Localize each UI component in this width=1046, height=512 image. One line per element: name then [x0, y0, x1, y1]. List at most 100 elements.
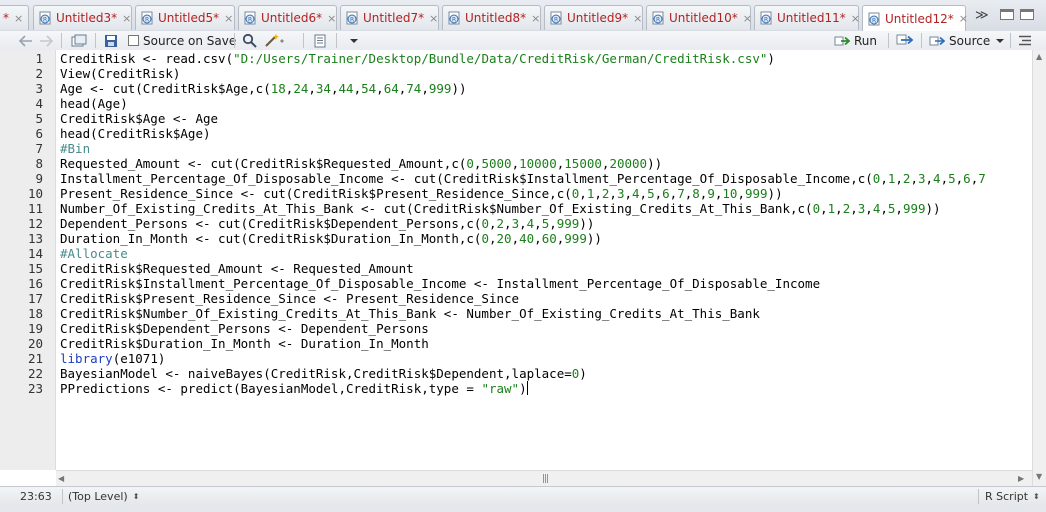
code-line[interactable]: View(CreditRisk): [60, 66, 180, 81]
outline-menu-icon[interactable]: [1019, 32, 1031, 49]
editor-tab[interactable]: R Untitled6* ×: [238, 5, 337, 30]
more-options-chevron-down-icon[interactable]: [350, 32, 358, 49]
r-script-file-icon: R: [651, 11, 665, 25]
scrollbar-grip-icon[interactable]: |||: [542, 474, 549, 484]
editor-tab[interactable]: R Untitled8* ×: [442, 5, 541, 30]
editor-tab[interactable]: * ×: [0, 5, 29, 30]
code-line[interactable]: CreditRisk$Installment_Percentage_Of_Dis…: [60, 276, 820, 291]
close-tab-icon[interactable]: ×: [429, 12, 438, 25]
code-line[interactable]: BayesianModel <- naiveBayes(CreditRisk,C…: [60, 366, 587, 381]
pane-window-controls: [1000, 9, 1034, 20]
scroll-right-arrow-icon[interactable]: ▶: [1018, 474, 1024, 483]
code-line[interactable]: Installment_Percentage_Of_Disposable_Inc…: [60, 171, 986, 186]
editor-tab-label: Untitled5*: [158, 11, 220, 25]
editor-tab-label: Untitled9*: [567, 11, 629, 25]
line-number: 15: [27, 261, 43, 276]
editor-tab[interactable]: R Untitled12* ×: [862, 5, 968, 31]
editor-tab-label: Untitled11*: [777, 11, 846, 25]
run-label: Run: [854, 33, 878, 48]
scroll-up-arrow-icon[interactable]: ▲: [1036, 52, 1042, 61]
code-line[interactable]: CreditRisk$Dependent_Persons <- Dependen…: [60, 321, 429, 336]
editor-tab[interactable]: R Untitled7* ×: [340, 5, 439, 30]
show-in-window-icon[interactable]: [71, 32, 87, 49]
line-number: 4: [35, 96, 43, 111]
source-on-save-checkbox[interactable]: Source on Save: [128, 32, 236, 49]
svg-text:R: R: [145, 17, 149, 24]
r-script-file-icon: R: [867, 12, 881, 26]
pane-splitter[interactable]: [0, 506, 1046, 512]
run-button[interactable]: Run: [834, 32, 877, 49]
code-line[interactable]: #Allocate: [60, 246, 128, 261]
compile-report-icon[interactable]: [313, 32, 327, 49]
code-line[interactable]: CreditRisk$Requested_Amount <- Requested…: [60, 261, 414, 276]
forward-arrow-icon[interactable]: [39, 32, 53, 49]
code-editor[interactable]: CreditRisk <- read.csv("D:/Users/Trainer…: [56, 50, 1032, 470]
scope-updown-icon: ⬍: [132, 492, 140, 501]
minimize-pane-icon[interactable]: [1000, 9, 1014, 20]
editor-tab[interactable]: R Untitled3* ×: [33, 5, 132, 30]
close-tab-icon[interactable]: ×: [327, 12, 336, 25]
back-arrow-icon[interactable]: [19, 32, 33, 49]
editor-tab-label: Untitled12*: [885, 11, 954, 26]
vertical-scrollbar[interactable]: ▲ ▼: [1032, 50, 1046, 486]
editor-tab-label: Untitled10*: [669, 11, 738, 25]
save-icon[interactable]: [104, 32, 118, 49]
close-tab-icon[interactable]: ×: [743, 12, 752, 25]
code-line[interactable]: #Bin: [60, 141, 90, 156]
rerun-icon: [896, 34, 914, 45]
line-number: 14: [27, 246, 43, 261]
code-line[interactable]: head(CreditRisk$Age): [60, 126, 211, 141]
close-tab-icon[interactable]: ×: [14, 12, 23, 25]
editor-tab[interactable]: R Untitled10* ×: [646, 5, 752, 30]
r-script-file-icon: R: [447, 11, 461, 25]
editor-toolbar: Source on Save Run Source: [0, 31, 1046, 51]
r-script-file-icon: R: [759, 11, 773, 25]
code-line[interactable]: library(e1071): [60, 351, 165, 366]
close-tab-icon[interactable]: ×: [531, 12, 540, 25]
editor-tab[interactable]: R Untitled11* ×: [754, 5, 860, 30]
tab-overflow-button[interactable]: ≫: [975, 8, 989, 23]
code-line[interactable]: Age <- cut(CreditRisk$Age,c(18,24,34,44,…: [60, 81, 467, 96]
source-chevron-down-icon[interactable]: [996, 38, 1005, 44]
line-number: 6: [35, 126, 43, 141]
svg-text:R: R: [764, 17, 768, 24]
code-line[interactable]: head(Age): [60, 96, 128, 111]
close-tab-icon[interactable]: ×: [633, 12, 642, 25]
code-line[interactable]: CreditRisk$Duration_In_Month <- Duration…: [60, 336, 429, 351]
close-tab-icon[interactable]: ×: [851, 12, 860, 25]
line-number: 12: [27, 216, 43, 231]
code-line[interactable]: Dependent_Persons <- cut(CreditRisk$Depe…: [60, 216, 594, 231]
editor-tab[interactable]: R Untitled5* ×: [135, 5, 235, 30]
code-line[interactable]: Requested_Amount <- cut(CreditRisk$Reque…: [60, 156, 662, 171]
maximize-pane-icon[interactable]: [1020, 9, 1034, 20]
checkbox-box[interactable]: [128, 35, 139, 46]
line-number: 16: [27, 276, 43, 291]
code-line[interactable]: CreditRisk <- read.csv("D:/Users/Trainer…: [60, 51, 775, 66]
scope-selector[interactable]: (Top Level) ⬍: [68, 490, 139, 503]
source-button[interactable]: Source: [929, 32, 1005, 49]
rerun-button[interactable]: [896, 32, 914, 49]
svg-text:R: R: [872, 17, 876, 24]
r-script-file-icon: R: [549, 11, 563, 25]
file-type-selector[interactable]: R Script ⬍: [985, 490, 1040, 503]
code-line[interactable]: Duration_In_Month <- cut(CreditRisk$Dura…: [60, 231, 602, 246]
scroll-down-arrow-icon[interactable]: ▼: [1036, 472, 1042, 481]
code-line[interactable]: CreditRisk$Age <- Age: [60, 111, 218, 126]
code-line[interactable]: PPredictions <- predict(BayesianModel,Cr…: [60, 381, 528, 396]
close-tab-icon[interactable]: ×: [122, 12, 131, 25]
code-tools-wand-icon[interactable]: [264, 32, 286, 49]
line-number: 10: [27, 186, 43, 201]
code-line[interactable]: CreditRisk$Present_Residence_Since <- Pr…: [60, 291, 519, 306]
close-tab-icon[interactable]: ×: [224, 12, 233, 25]
run-arrow-icon: [834, 36, 850, 45]
horizontal-scrollbar[interactable]: ◀ ||| ▶: [56, 470, 1032, 486]
editor-tab[interactable]: R Untitled9* ×: [544, 5, 643, 30]
close-tab-icon[interactable]: ×: [959, 12, 968, 25]
find-replace-icon[interactable]: [242, 32, 257, 49]
code-line[interactable]: Present_Residence_Since <- cut(CreditRis…: [60, 186, 783, 201]
scroll-left-arrow-icon[interactable]: ◀: [58, 474, 64, 483]
code-line[interactable]: CreditRisk$Number_Of_Existing_Credits_At…: [60, 306, 760, 321]
line-number: 9: [35, 171, 43, 186]
line-number: 13: [27, 231, 43, 246]
code-line[interactable]: Number_Of_Existing_Credits_At_This_Bank …: [60, 201, 941, 216]
